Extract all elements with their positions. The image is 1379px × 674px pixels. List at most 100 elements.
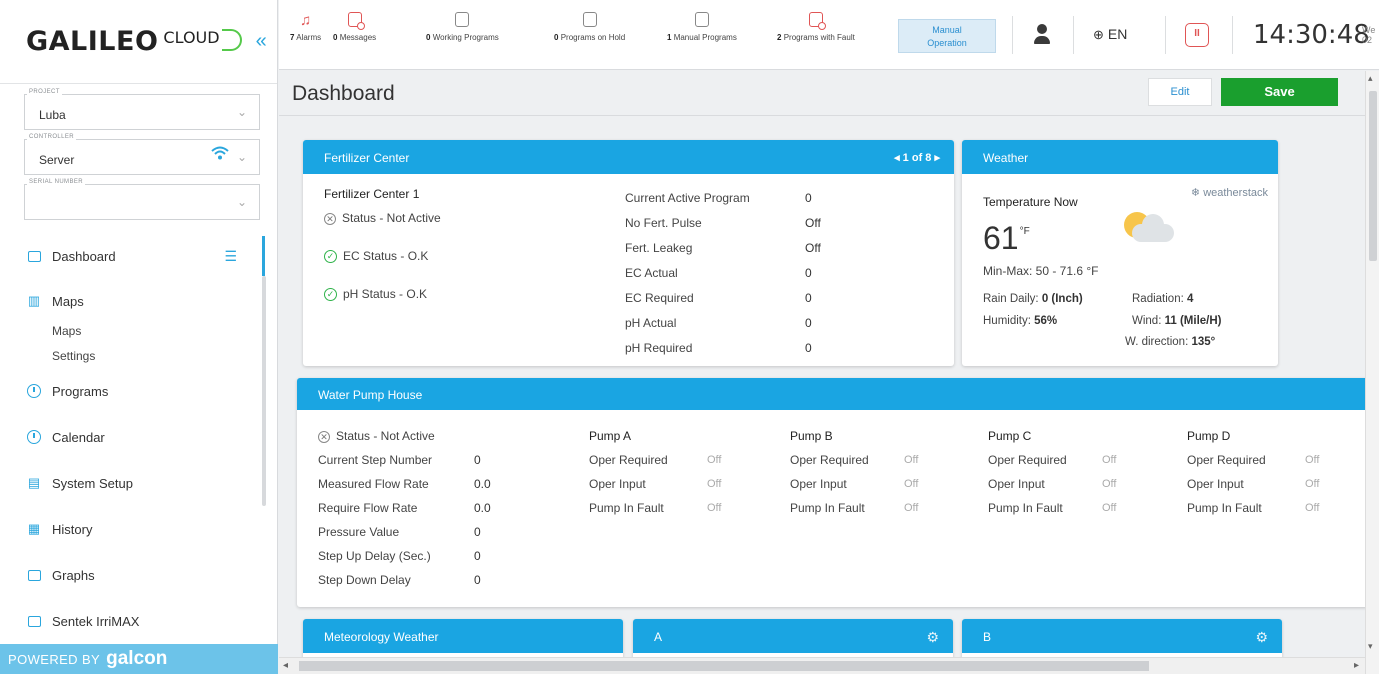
wind-value: 11 (Mile/H) xyxy=(1164,315,1222,327)
sidebar-item-dashboard[interactable]: Dashboard ☰ xyxy=(0,234,277,278)
pump-house-status: ✕ Status - Not Active xyxy=(318,429,435,443)
controller-select-value: Server xyxy=(39,153,75,167)
rain-daily: Rain Daily: 0 (Inch) xyxy=(983,293,1083,305)
pager-prev-button[interactable]: ◂ xyxy=(894,152,900,164)
project-select[interactable]: PROJECT Luba ⌄ xyxy=(24,89,260,130)
sidebar-item-graphs[interactable]: Graphs xyxy=(0,552,277,598)
scroll-left-arrow-icon[interactable]: ◂ xyxy=(283,660,288,671)
pump-label: Oper Required xyxy=(589,453,668,467)
sidebar-item-history[interactable]: ▦ History xyxy=(0,506,277,552)
pager-next-button[interactable]: ▸ xyxy=(934,152,940,164)
sidebar-item-programs[interactable]: Programs xyxy=(0,368,277,414)
language-selector[interactable]: ⊕ EN xyxy=(1093,26,1127,43)
powered-by-text: POWERED BY xyxy=(8,651,101,667)
sidebar-item-maps[interactable]: ▥ Maps xyxy=(0,278,277,324)
pump-label: Oper Input xyxy=(589,477,646,491)
card-title: B xyxy=(983,630,992,644)
sidebar-subitem-settings[interactable]: Settings xyxy=(0,343,277,368)
serial-number-label: SERIAL NUMBER xyxy=(27,179,85,185)
card-header: Water Pump House xyxy=(297,378,1365,410)
alarms-status[interactable]: ♫ 7 Alarms xyxy=(290,12,321,42)
programs-on-hold-status[interactable]: 0 Programs on Hold xyxy=(554,12,625,42)
horizontal-scrollbar[interactable]: ◂ ▸ xyxy=(279,657,1365,674)
pump-row-label: Measured Flow Rate xyxy=(318,477,429,491)
pump-value: Off xyxy=(904,454,919,466)
message-icon xyxy=(347,12,365,30)
direction-value: 135° xyxy=(1191,336,1216,348)
logo: GALILEO CLOUD « xyxy=(0,0,277,84)
programs-on-hold-count: 0 xyxy=(554,33,559,42)
divider xyxy=(1073,16,1074,54)
card-header: B ⚙ xyxy=(962,619,1282,653)
alarms-count: 7 xyxy=(290,33,295,42)
manual-programs-status[interactable]: 1 Manual Programs xyxy=(667,12,737,42)
pager: ◂ 1 of 8 ▸ xyxy=(894,140,940,176)
card-header: A ⚙ xyxy=(633,619,953,653)
programs-with-fault-status[interactable]: 2 Programs with Fault xyxy=(777,12,855,42)
globe-icon: ⊕ xyxy=(1093,27,1104,42)
program-icon xyxy=(455,12,470,27)
clock-icon xyxy=(26,429,42,445)
pump-label: Oper Input xyxy=(1187,477,1244,491)
fert-row-value: 0 xyxy=(805,291,812,305)
sidebar-item-calendar[interactable]: Calendar xyxy=(0,414,277,460)
fert-row-label: pH Required xyxy=(625,341,693,355)
collapse-sidebar-button[interactable]: « xyxy=(256,30,267,53)
divider xyxy=(279,115,1365,116)
scroll-thumb[interactable] xyxy=(299,661,1149,671)
pump-value: Off xyxy=(1305,478,1320,490)
scroll-up-arrow-icon[interactable]: ▴ xyxy=(1368,73,1373,84)
fert-row-label: EC Required xyxy=(625,291,694,305)
save-button[interactable]: Save xyxy=(1221,78,1338,106)
pause-button[interactable]: II xyxy=(1185,23,1209,47)
messages-status[interactable]: 0 Messages xyxy=(333,12,376,42)
messages-label: Messages xyxy=(339,33,377,42)
pump-label: Pump In Fault xyxy=(1187,501,1262,515)
scroll-right-arrow-icon[interactable]: ▸ xyxy=(1354,660,1359,671)
fert-row-value: Off xyxy=(805,241,821,255)
pump-row-value: 0 xyxy=(474,525,481,539)
fert-row-value: 0 xyxy=(805,191,812,205)
scroll-thumb[interactable] xyxy=(1369,91,1377,261)
sidebar-scrollbar[interactable] xyxy=(262,276,266,506)
pump-label: Pump In Fault xyxy=(790,501,865,515)
humidity-label: Humidity: xyxy=(983,315,1031,327)
working-programs-status[interactable]: 0 Working Programs xyxy=(426,12,499,42)
pump-row-value: 0 xyxy=(474,453,481,467)
manual-programs-label: Manual Programs xyxy=(673,33,737,42)
manual-operation-line1: Manual xyxy=(932,25,962,35)
graph-icon xyxy=(26,613,42,629)
sidebar-item-sentek[interactable]: Sentek IrriMAX xyxy=(0,598,277,644)
pump-house-status-text: Status - Not Active xyxy=(336,429,435,443)
manual-operation-button[interactable]: Manual Operation xyxy=(898,19,996,53)
edit-button[interactable]: Edit xyxy=(1148,78,1212,106)
main-content: Dashboard Edit Save Fertilizer Center ◂ … xyxy=(279,71,1365,657)
gear-icon[interactable]: ⚙ xyxy=(1255,619,1268,655)
divider xyxy=(1012,16,1013,54)
settings-sliders-icon[interactable]: ☰ xyxy=(224,248,237,265)
gear-icon[interactable]: ⚙ xyxy=(926,619,939,655)
user-icon[interactable] xyxy=(1031,24,1053,48)
weather-provider: weatherstack xyxy=(1203,187,1268,199)
scroll-down-arrow-icon[interactable]: ▾ xyxy=(1368,641,1373,652)
serial-number-select[interactable]: SERIAL NUMBER ⌄ xyxy=(24,179,260,220)
card-title: Water Pump House xyxy=(318,388,423,402)
pump-value: Off xyxy=(707,454,722,466)
fert-row-value: 0 xyxy=(805,266,812,280)
vertical-scrollbar[interactable]: ▴ ▾ xyxy=(1365,71,1379,674)
pump-name: Pump C xyxy=(988,429,1032,443)
controller-select[interactable]: CONTROLLER Server ⌄ xyxy=(24,134,260,175)
rain-value: 0 (Inch) xyxy=(1041,293,1083,305)
not-active-icon: ✕ xyxy=(318,430,330,443)
logo-text: GALILEO xyxy=(26,26,159,57)
wind-label: Wind: xyxy=(1132,315,1162,327)
sidebar-item-system-setup[interactable]: ▤ System Setup xyxy=(0,460,277,506)
pump-label: Pump In Fault xyxy=(589,501,664,515)
sidebar-item-label: System Setup xyxy=(52,475,133,491)
temperature-number: 61 xyxy=(983,220,1019,256)
programs-on-hold-label: Programs on Hold xyxy=(560,33,626,42)
clock: 14:30:48 xyxy=(1253,20,1370,50)
ec-status: ✓ EC Status - O.K xyxy=(324,249,429,264)
ec-status-text: EC Status - O.K xyxy=(343,249,429,263)
check-icon: ✓ xyxy=(324,250,337,264)
